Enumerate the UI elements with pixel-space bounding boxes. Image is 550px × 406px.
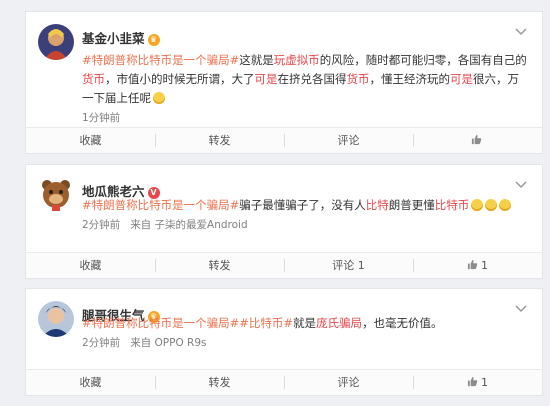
post-text: ，也毫无价值。 [362,316,443,330]
highlighted-keyword: 币 [308,53,320,67]
weibo-post: 基金小韭菜 ♛ #特朗普称比特币是一个骗局#这就是玩虚拟币的风险，随时都可能归零，… [25,11,543,154]
source-label[interactable]: 来自 子柒的最爱Android [130,219,247,231]
post-text: 朗普更懂 [388,198,435,212]
action-bar: 收藏 转发 评论 1 [26,369,542,395]
avatar[interactable] [38,24,74,60]
post-text: 这就是 [239,53,274,67]
comment-button[interactable]: 评论 1 [284,253,413,278]
avatar[interactable] [38,301,74,337]
hashtag-link[interactable]: #特朗普称比特币是一个骗局# [82,316,239,330]
post-content: #特朗普称比特币是一个骗局#这就是玩虚拟币的风险，随时都可能归零，各国有自己的货… [82,51,528,108]
source-label[interactable]: 来自 OPPO R9s [130,337,206,349]
hashtag-link[interactable]: #特朗普称比特币是一个骗局# [82,53,239,67]
hashtag-link[interactable]: #比特币# [239,316,293,330]
timestamp[interactable]: 2分钟前 [82,337,120,349]
repost-button[interactable]: 转发 [155,253,284,278]
weibo-post: 腿哥很生气 ♛ #特朗普称比特币是一个骗局##比特币#就是庞氏骗局，也毫无价值。 … [25,288,543,396]
post-meta: 2分钟前 来自 子柒的最爱Android [82,217,248,232]
vip-badge-icon: ♛ [147,34,160,46]
comment-button[interactable]: 评论 [284,370,413,395]
post-text: ，市值小的时候无所谓，大了 [105,72,255,86]
highlighted-keyword: 货币 [346,72,370,86]
post-text: ，懂王经济玩的 [369,72,451,86]
favorite-button[interactable]: 收藏 [26,370,155,395]
timestamp[interactable]: 1分钟前 [82,112,120,124]
avatar[interactable] [38,177,74,213]
highlighted-keyword: 可是 [254,72,278,86]
post-text: 的风险，随时都可能归零，各国有自己的 [319,53,527,67]
post-meta: 1分钟前 [82,110,120,125]
laughing-emoji-icon [471,199,484,211]
post-content: #特朗普称比特币是一个骗局##比特币#就是庞氏骗局，也毫无价值。 [82,314,528,333]
post-text: 就是 [293,316,317,330]
like-count: 1 [481,376,488,389]
post-text: 在挤兑各国得 [277,72,347,86]
post-content: #特朗普称比特币是一个骗局#骗子最懂骗子了，没有人比特朗普更懂比特币 [82,196,528,215]
comment-button[interactable]: 评论 [284,128,413,153]
highlighted-keyword: 货币 [82,72,105,86]
laughing-emoji-icon [485,199,498,211]
repost-button[interactable]: 转发 [155,128,284,153]
username[interactable]: 基金小韭菜 [82,31,145,46]
smile-emoji-icon [153,92,165,104]
post-text: 骗子最懂骗子了，没有人 [239,198,366,212]
repost-label: 转发 [208,134,231,147]
favorite-button[interactable]: 收藏 [26,253,155,278]
thumbs-up-icon [467,376,478,387]
repost-label: 转发 [208,376,231,389]
action-bar: 收藏 转发 评论 [26,127,542,153]
favorite-label: 收藏 [79,376,102,389]
highlighted-keyword: 比特币 [434,198,470,212]
like-button[interactable] [413,128,542,153]
repost-label: 转发 [208,259,231,272]
chevron-down-icon[interactable] [514,179,528,189]
favorite-button[interactable]: 收藏 [26,128,155,153]
action-bar: 收藏 转发 评论 1 1 [26,252,542,278]
laughing-emoji-icon [499,199,512,211]
hashtag-link[interactable]: #特朗普称比特币是一个骗局# [82,198,239,212]
post-meta: 2分钟前 来自 OPPO R9s [82,335,207,350]
chevron-down-icon[interactable] [514,303,528,313]
comment-label: 评论 [337,376,360,389]
like-count: 1 [481,259,488,272]
timestamp[interactable]: 2分钟前 [82,219,120,231]
thumbs-up-icon [467,259,478,270]
favorite-label: 收藏 [79,259,102,272]
highlighted-keyword: 庞氏骗局 [316,316,363,330]
highlighted-keyword: 比特 [365,198,389,212]
comment-label: 评论 1 [332,259,365,272]
highlighted-keyword: 可是 [450,72,473,86]
weibo-post: 地瓜熊老六 V #特朗普称比特币是一个骗局#骗子最懂骗子了，没有人比特朗普更懂比特… [25,164,543,279]
thumbs-up-icon [471,134,481,145]
highlighted-keyword: 玩虚拟 [273,53,309,67]
comment-label: 评论 [337,134,360,147]
chevron-down-icon[interactable] [514,26,528,36]
like-button[interactable]: 1 [413,253,542,278]
like-button[interactable]: 1 [413,370,542,395]
favorite-label: 收藏 [79,134,102,147]
repost-button[interactable]: 转发 [155,370,284,395]
